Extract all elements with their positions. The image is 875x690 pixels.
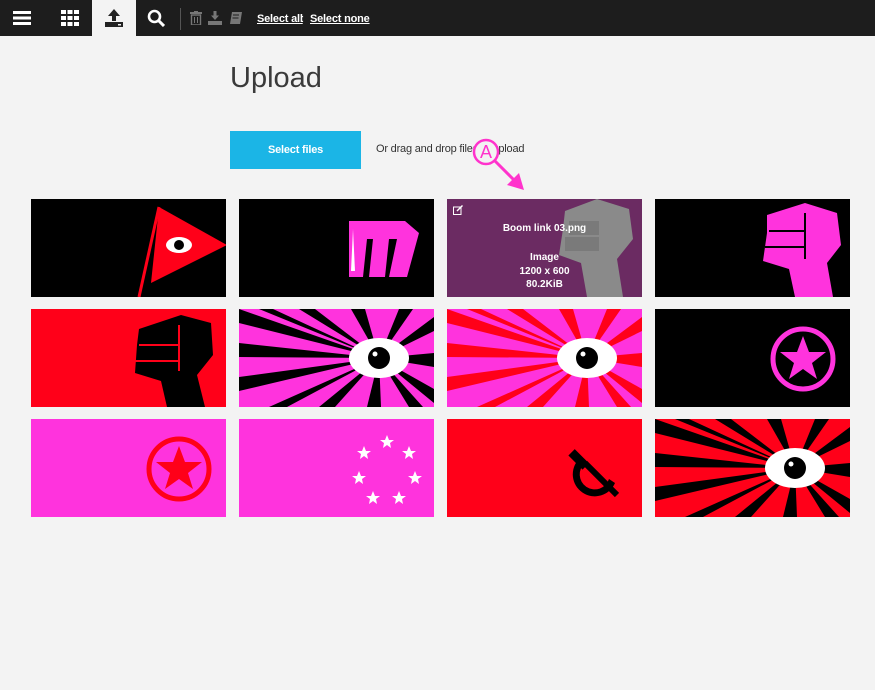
image-tile[interactable]	[31, 309, 226, 407]
pink-star-circle-image	[770, 326, 836, 392]
black-eye-rays-image	[655, 419, 850, 517]
file-name: Boom link 03.png	[502, 223, 587, 234]
select-separator: :	[301, 13, 305, 25]
pink-eye-rays-image	[239, 309, 434, 407]
file-dimensions: 1200 x 600	[519, 266, 570, 277]
grid-view-button[interactable]	[48, 0, 92, 36]
image-tile[interactable]	[239, 199, 434, 297]
flag-eye-image	[137, 206, 226, 297]
upload-icon	[105, 9, 123, 27]
image-tile[interactable]	[31, 199, 226, 297]
image-tile[interactable]	[655, 309, 850, 407]
hamburger-icon	[13, 11, 31, 25]
hammer-sickle-image	[568, 449, 620, 498]
star-ring-image	[352, 435, 422, 504]
page-title: Upload	[230, 62, 322, 94]
image-tile[interactable]	[447, 419, 642, 517]
edit-icon[interactable]	[453, 205, 463, 215]
toolbar-divider	[180, 8, 181, 30]
grid-icon	[61, 10, 79, 26]
search-button[interactable]	[134, 0, 178, 36]
black-fist-image	[135, 315, 213, 407]
search-icon	[147, 9, 165, 27]
trash-icon	[190, 11, 202, 25]
select-files-button[interactable]: Select files	[230, 131, 361, 169]
annotation-label: A	[479, 142, 492, 162]
m-logo-image	[349, 221, 419, 277]
file-type: Image	[530, 252, 559, 263]
menu-button[interactable]	[0, 0, 44, 36]
download-button[interactable]	[206, 9, 224, 27]
upload-tab-button[interactable]	[92, 0, 136, 36]
pink-fist-image	[763, 203, 841, 297]
image-tile[interactable]	[655, 199, 850, 297]
image-tile-hovered[interactable]: Boom link 03.png Image 1200 x 600 80.2Ki…	[447, 199, 642, 297]
image-tile[interactable]	[31, 419, 226, 517]
image-tile[interactable]	[239, 419, 434, 517]
select-none-link[interactable]: Select none	[310, 13, 370, 25]
top-toolbar: Select all : Select none	[0, 0, 875, 36]
delete-button[interactable]	[187, 9, 205, 27]
image-tile[interactable]	[447, 309, 642, 407]
file-info-overlay: Boom link 03.png Image 1200 x 600 80.2Ki…	[447, 199, 642, 297]
book-icon	[230, 12, 242, 24]
red-eye-rays-image	[447, 309, 642, 407]
download-icon	[208, 11, 222, 25]
file-size: 80.2KiB	[526, 279, 563, 290]
archive-button[interactable]	[227, 9, 245, 27]
select-all-link[interactable]: Select all	[257, 13, 303, 25]
image-tile[interactable]	[655, 419, 850, 517]
red-star-circle-image	[146, 436, 212, 502]
image-tile[interactable]	[239, 309, 434, 407]
